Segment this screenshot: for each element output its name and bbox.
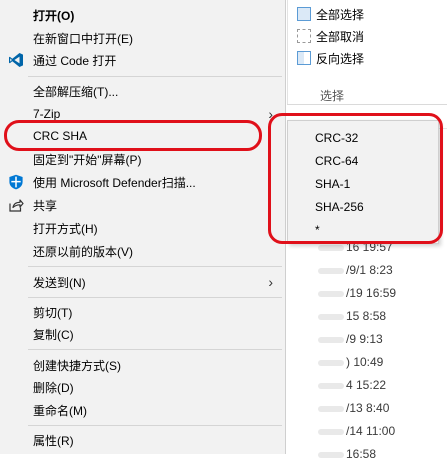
menu-item-label: 复制(C) xyxy=(33,327,74,342)
menu-item-label: 创建快捷方式(S) xyxy=(33,358,121,373)
context-menu: 打开(O) 在新窗口中打开(E) 通过 Code 打开 全部解压缩(T)... … xyxy=(0,0,286,454)
invert-selection-icon xyxy=(297,51,311,65)
select-none-label: 全部取消 xyxy=(316,29,365,44)
file-date[interactable]: ) 10:49 xyxy=(318,355,383,369)
menu-separator xyxy=(28,425,282,426)
menu-item-label: 固定到"开始"屏幕(P) xyxy=(33,152,142,167)
menu-item-delete[interactable]: 删除(D) xyxy=(0,376,285,398)
menu-separator xyxy=(28,266,282,267)
chevron-right-icon: › xyxy=(268,274,273,290)
menu-item-defender-scan[interactable]: 使用 Microsoft Defender扫描... xyxy=(0,171,285,193)
menu-item-send-to[interactable]: 发送到(N) › xyxy=(0,271,285,293)
menu-item-label: 全部解压缩(T)... xyxy=(33,84,119,99)
menu-item-create-shortcut[interactable]: 创建快捷方式(S) xyxy=(0,354,285,376)
menu-item-label: 剪切(T) xyxy=(33,305,73,320)
select-all-label: 全部选择 xyxy=(316,7,365,22)
menu-item-extract-all[interactable]: 全部解压缩(T)... xyxy=(0,80,285,102)
select-all-icon xyxy=(297,7,311,21)
menu-item-properties[interactable]: 属性(R) xyxy=(0,429,285,451)
menu-item-open-with[interactable]: 打开方式(H) xyxy=(0,217,285,239)
file-date[interactable]: /9/1 8:23 xyxy=(318,263,393,277)
menu-item-label: 共享 xyxy=(33,198,58,213)
menu-item-label: 通过 Code 打开 xyxy=(33,53,117,68)
highlight-crc-sha xyxy=(4,120,262,151)
menu-item-label: 在新窗口中打开(E) xyxy=(33,31,133,46)
invert-selection-label: 反向选择 xyxy=(316,51,365,66)
file-date[interactable]: 15 8:58 xyxy=(318,309,386,323)
menu-item-share[interactable]: 共享 xyxy=(0,194,285,216)
menu-item-copy[interactable]: 复制(C) xyxy=(0,323,285,345)
menu-item-label: 7-Zip xyxy=(33,107,61,121)
select-none-button[interactable]: 全部取消 xyxy=(297,26,364,46)
menu-item-label: 还原以前的版本(V) xyxy=(33,244,133,259)
menu-item-open-new-window[interactable]: 在新窗口中打开(E) xyxy=(0,27,285,49)
menu-separator xyxy=(28,349,282,350)
file-date[interactable]: /13 8:40 xyxy=(318,401,389,415)
vscode-icon xyxy=(9,53,23,67)
menu-item-cut[interactable]: 剪切(T) xyxy=(0,301,285,323)
menu-separator xyxy=(28,76,282,77)
menu-item-label: 使用 Microsoft Defender扫描... xyxy=(33,175,196,190)
menu-item-pin-to-start[interactable]: 固定到"开始"屏幕(P) xyxy=(0,148,285,170)
highlight-submenu xyxy=(268,113,443,244)
menu-item-open[interactable]: 打开(O) xyxy=(0,4,285,26)
menu-item-label: 打开(O) xyxy=(33,8,75,23)
select-all-button[interactable]: 全部选择 xyxy=(297,4,364,24)
select-none-icon xyxy=(297,29,311,43)
ribbon-divider xyxy=(287,0,288,104)
file-date[interactable]: /19 16:59 xyxy=(318,286,396,300)
file-date[interactable]: /14 11:00 xyxy=(318,424,395,438)
file-date[interactable]: /9 9:13 xyxy=(318,332,383,346)
menu-item-label: 打开方式(H) xyxy=(33,221,98,236)
ribbon-group-label: 选择 xyxy=(320,89,345,103)
menu-separator xyxy=(28,297,282,298)
menu-item-label: 重命名(M) xyxy=(33,403,87,418)
menu-item-label: 发送到(N) xyxy=(33,275,86,290)
menu-item-open-with-code[interactable]: 通过 Code 打开 xyxy=(0,49,285,71)
menu-item-label: 删除(D) xyxy=(33,380,74,395)
ribbon-bottom-border xyxy=(287,104,447,105)
menu-item-restore-previous[interactable]: 还原以前的版本(V) xyxy=(0,240,285,262)
invert-selection-button[interactable]: 反向选择 xyxy=(297,48,364,68)
menu-item-label: 属性(R) xyxy=(33,433,74,448)
file-date[interactable]: 4 15:22 xyxy=(318,378,386,392)
file-date[interactable]: 16:58 xyxy=(318,447,376,461)
menu-item-rename[interactable]: 重命名(M) xyxy=(0,399,285,421)
share-icon xyxy=(9,199,24,212)
defender-shield-icon xyxy=(9,174,23,190)
